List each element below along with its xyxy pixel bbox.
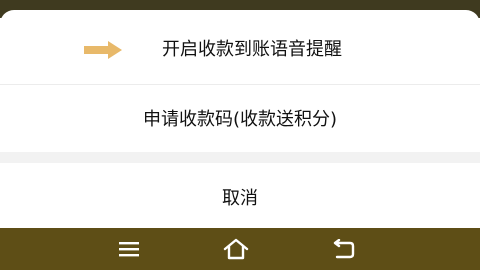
apply-payment-code-label: 申请收款码(收款送积分) xyxy=(142,109,338,130)
cancel-separator xyxy=(0,152,480,163)
system-navigation-bar xyxy=(0,228,480,270)
voice-alert-option[interactable]: 开启收款到账语音提醒 xyxy=(0,14,480,82)
voice-alert-option-label: 开启收款到账语音提醒 xyxy=(162,39,342,60)
cancel-button[interactable]: 取消 xyxy=(0,165,480,228)
home-button[interactable] xyxy=(206,228,266,270)
menu-icon xyxy=(119,242,139,257)
back-icon xyxy=(333,239,355,259)
home-icon xyxy=(223,238,249,260)
cancel-button-label: 取消 xyxy=(222,187,258,209)
menu-button[interactable] xyxy=(99,228,159,270)
apply-payment-code-option[interactable]: 申请收款码(收款送积分) xyxy=(0,84,480,152)
back-button[interactable] xyxy=(313,228,373,270)
